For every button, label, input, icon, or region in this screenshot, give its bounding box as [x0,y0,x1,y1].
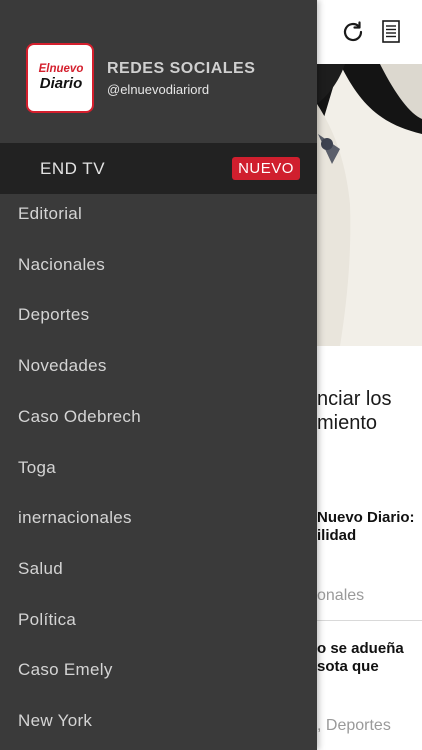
menu-item-label: inernacionales [18,508,132,528]
menu-item-new-york[interactable]: New York [0,701,317,750]
headline-fragment-line1[interactable]: nciar los [317,387,391,411]
story-divider [317,620,422,621]
menu-item-label: New York [18,711,93,730]
menu-item-label: Toga [18,457,57,477]
menu-item-deportes[interactable]: Deportes [0,295,317,345]
social-handle[interactable]: @elnuevodiariord [107,81,209,98]
story1-title-line1[interactable]: Nuevo Diario: [317,508,415,527]
refresh-icon[interactable] [340,19,366,45]
menu-item-label: Política [18,609,77,629]
social-section-title[interactable]: REDES SOCIALES [107,59,255,79]
menu-item-label: Deportes [18,305,90,325]
menu-item-label: Novedades [18,356,107,376]
menu-item-label: Nacionales [18,254,106,274]
menu-item-toga[interactable]: Toga [0,448,317,498]
menu-item-novedades[interactable]: Novedades [0,346,317,396]
menu-item-label: Editorial [18,204,83,223]
menu-item-label: Caso Emely [18,660,113,680]
story2-title-line1[interactable]: o se adueña [317,639,404,658]
menu-item-salud[interactable]: Salud [0,549,317,599]
menu-item-label: Salud [18,558,63,578]
logo-wordmark-icon: Elnuevo Diario [39,63,84,92]
menu-item-caso-emely[interactable]: Caso Emely [0,650,317,700]
story2-category: , Deportes [317,717,391,734]
reader-list-icon[interactable] [378,19,404,45]
menu-item-nacionales[interactable]: Nacionales [0,245,317,295]
menu-item-editorial[interactable]: Editorial [0,194,317,244]
drawer-header: Elnuevo Diario REDES SOCIALES @elnuevodi… [0,0,317,143]
menu-item-label: Caso Odebrech [18,406,141,426]
section-menu: Editorial Nacionales Deportes Novedades … [0,194,317,750]
story1-title-line2[interactable]: ilidad [317,526,356,545]
svg-text:Elnuevo: Elnuevo [39,63,84,75]
story1-category: onales [317,587,365,604]
story2-title-line2[interactable]: sota que [317,657,379,676]
app-logo[interactable]: Elnuevo Diario [26,43,94,113]
navigation-drawer: Elnuevo Diario REDES SOCIALES @elnuevodi… [0,0,317,750]
end-tv-label: END TV [40,159,106,178]
new-badge-label: NUEVO [238,160,294,177]
svg-text:Diario: Diario [40,75,83,92]
menu-item-politica[interactable]: Política [0,600,317,650]
headline-fragment-line2[interactable]: miento [317,411,377,435]
menu-item-caso-odebrech[interactable]: Caso Odebrech [0,397,317,447]
new-badge: NUEVO [232,157,300,180]
menu-item-internacionales[interactable]: inernacionales [0,498,317,548]
